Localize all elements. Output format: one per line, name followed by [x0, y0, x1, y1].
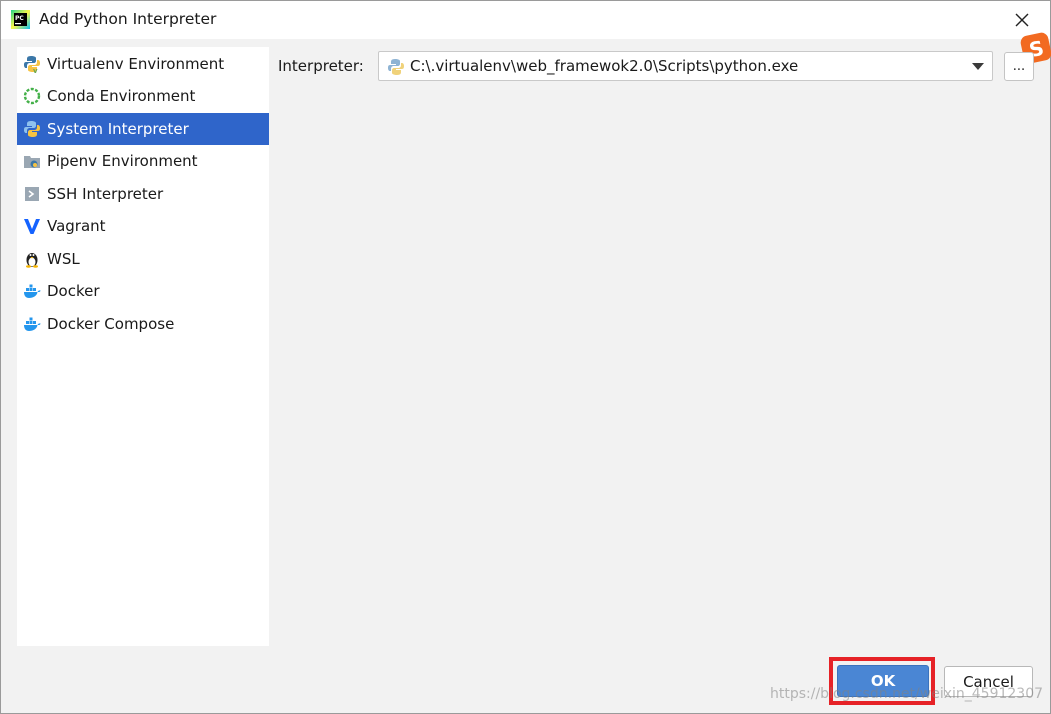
watermark-text: https://blog.csdn.net/weixin_45912307	[770, 686, 1044, 702]
interpreter-type-list: v Virtualenv Environment Conda Environme…	[17, 47, 269, 646]
svg-text:v: v	[33, 67, 38, 73]
sidebar-item-label: Virtualenv Environment	[47, 55, 225, 73]
vagrant-icon	[23, 217, 41, 235]
close-button[interactable]	[1006, 5, 1038, 35]
python-icon	[388, 59, 404, 75]
sidebar-item-ssh-interpreter[interactable]: SSH Interpreter	[17, 178, 269, 210]
interpreter-select[interactable]: C:\.virtualenv\web_framewok2.0\Scripts\p…	[378, 51, 993, 81]
sidebar-item-wsl[interactable]: WSL	[17, 243, 269, 275]
svg-text:PC: PC	[15, 15, 24, 22]
sidebar-item-virtualenv[interactable]: v Virtualenv Environment	[17, 48, 269, 80]
pipenv-icon	[23, 152, 41, 170]
docker-compose-icon	[23, 315, 41, 333]
sidebar-item-label: SSH Interpreter	[47, 185, 164, 203]
sidebar-item-label: Docker	[47, 282, 100, 300]
browse-interpreter-button[interactable]: ...	[1004, 52, 1034, 81]
sidebar-item-label: Pipenv Environment	[47, 152, 198, 170]
sidebar-item-label: WSL	[47, 250, 80, 268]
pycharm-icon: PC	[11, 10, 30, 29]
sidebar-item-conda[interactable]: Conda Environment	[17, 80, 269, 112]
sidebar-item-label: Docker Compose	[47, 315, 175, 333]
conda-icon	[23, 87, 41, 105]
ssh-icon	[23, 185, 41, 203]
sidebar-item-label: Vagrant	[47, 217, 106, 235]
chevron-down-icon[interactable]	[972, 63, 984, 70]
sidebar-item-pipenv[interactable]: Pipenv Environment	[17, 145, 269, 177]
interpreter-path-value: C:\.virtualenv\web_framewok2.0\Scripts\p…	[410, 57, 799, 75]
sidebar-item-label: System Interpreter	[47, 120, 189, 138]
title-bar: PC Add Python Interpreter	[1, 1, 1050, 39]
close-icon	[1015, 13, 1029, 27]
dialog-title: Add Python Interpreter	[39, 10, 217, 28]
docker-icon	[23, 282, 41, 300]
python-icon	[23, 120, 41, 138]
linux-penguin-icon	[23, 250, 41, 268]
sidebar-item-docker[interactable]: Docker	[17, 275, 269, 307]
sidebar-item-system-interpreter[interactable]: System Interpreter	[17, 113, 269, 145]
interpreter-label: Interpreter:	[278, 57, 364, 75]
virtualenv-icon: v	[23, 55, 41, 73]
sidebar-item-vagrant[interactable]: Vagrant	[17, 210, 269, 242]
sidebar-item-label: Conda Environment	[47, 87, 196, 105]
sidebar-item-docker-compose[interactable]: Docker Compose	[17, 308, 269, 340]
add-python-interpreter-dialog: PC Add Python Interpreter S v Virtualenv…	[0, 0, 1051, 714]
